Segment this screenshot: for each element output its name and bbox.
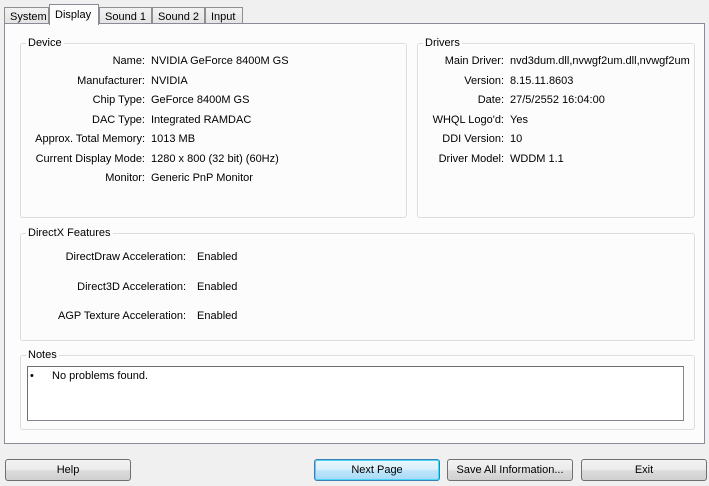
exit-button[interactable]: Exit [581,459,707,481]
display-tab-panel: Device Name: NVIDIA GeForce 8400M GS Man… [4,23,705,444]
device-dac-type-row: DAC Type: Integrated RAMDAC [21,112,406,128]
driver-version-value: 8.15.11.8603 [510,75,574,87]
driver-date-label: Date: [477,94,504,106]
tab-input[interactable]: Input [205,7,243,24]
driver-main-label: Main Driver: [444,55,504,67]
device-display-mode-row: Current Display Mode: 1280 x 800 (32 bit… [21,151,406,167]
notes-group: Notes • No problems found. [20,348,695,430]
device-memory-label: Approx. Total Memory: [35,133,145,145]
device-monitor-row: Monitor: Generic PnP Monitor [21,170,406,186]
device-name-value: NVIDIA GeForce 8400M GS [151,55,289,67]
device-chip-type-value: GeForce 8400M GS [151,94,250,106]
device-display-mode-label: Current Display Mode: [35,153,145,165]
driver-version-row: Version: 8.15.11.8603 [418,73,694,89]
driver-main-value: nvd3dum.dll,nvwgf2um.dll,nvwgf2um [510,55,690,67]
device-dac-type-value: Integrated RAMDAC [151,114,252,126]
drivers-legend: Drivers [423,36,462,50]
bullet-icon: • [30,370,34,382]
driver-date-value: 27/5/2552 16:04:00 [510,94,605,106]
driver-whql-value: Yes [510,114,528,126]
device-name-row: Name: NVIDIA GeForce 8400M GS [21,53,406,69]
directx-features-legend: DirectX Features [26,226,113,240]
driver-ddi-label: DDI Version: [442,133,504,145]
direct3d-row: Direct3D Acceleration: Enabled [21,279,694,295]
device-legend: Device [26,36,64,50]
device-display-mode-value: 1280 x 800 (32 bit) (60Hz) [151,153,279,165]
driver-model-row: Driver Model: WDDM 1.1 [418,151,694,167]
notes-item: • No problems found. [30,369,148,383]
device-memory-row: Approx. Total Memory: 1013 MB [21,131,406,147]
device-group: Device Name: NVIDIA GeForce 8400M GS Man… [20,36,407,218]
device-manufacturer-row: Manufacturer: NVIDIA [21,73,406,89]
driver-whql-label: WHQL Logo'd: [432,114,504,126]
driver-version-label: Version: [464,75,504,87]
device-monitor-value: Generic PnP Monitor [151,172,253,184]
direct3d-label: Direct3D Acceleration: [77,281,186,293]
driver-main-row: Main Driver: nvd3dum.dll,nvwgf2um.dll,nv… [418,53,694,69]
driver-model-label: Driver Model: [438,153,504,165]
agp-texture-label: AGP Texture Acceleration: [58,310,186,322]
device-chip-type-row: Chip Type: GeForce 8400M GS [21,92,406,108]
notes-item-text: No problems found. [52,370,148,382]
tab-sound-2[interactable]: Sound 2 [152,7,205,24]
direct3d-value: Enabled [197,281,238,293]
device-manufacturer-label: Manufacturer: [77,75,145,87]
next-page-button[interactable]: Next Page [314,459,440,481]
directdraw-row: DirectDraw Acceleration: Enabled [21,249,694,265]
tab-system[interactable]: System [4,7,49,24]
tab-sound-1[interactable]: Sound 1 [99,7,152,24]
directdraw-label: DirectDraw Acceleration: [65,251,186,263]
driver-whql-row: WHQL Logo'd: Yes [418,112,694,128]
directdraw-value: Enabled [197,251,238,263]
tab-display[interactable]: Display [49,4,99,25]
driver-date-row: Date: 27/5/2552 16:04:00 [418,92,694,108]
save-all-information-button[interactable]: Save All Information... [447,459,573,481]
device-manufacturer-value: NVIDIA [151,75,188,87]
device-memory-value: 1013 MB [151,133,196,145]
device-monitor-label: Monitor: [105,172,145,184]
device-dac-type-label: DAC Type: [92,114,145,126]
agp-texture-value: Enabled [197,310,238,322]
device-name-label: Name: [112,55,145,67]
driver-ddi-row: DDI Version: 10 [418,131,694,147]
help-button[interactable]: Help [5,459,131,481]
device-chip-type-label: Chip Type: [92,94,145,106]
driver-model-value: WDDM 1.1 [510,153,564,165]
drivers-group: Drivers Main Driver: nvd3dum.dll,nvwgf2u… [417,36,695,218]
notes-list[interactable]: • No problems found. [27,366,684,421]
agp-texture-row: AGP Texture Acceleration: Enabled [21,308,694,324]
notes-legend: Notes [26,348,59,362]
directx-features-group: DirectX Features DirectDraw Acceleration… [20,226,695,341]
driver-ddi-value: 10 [510,133,523,145]
